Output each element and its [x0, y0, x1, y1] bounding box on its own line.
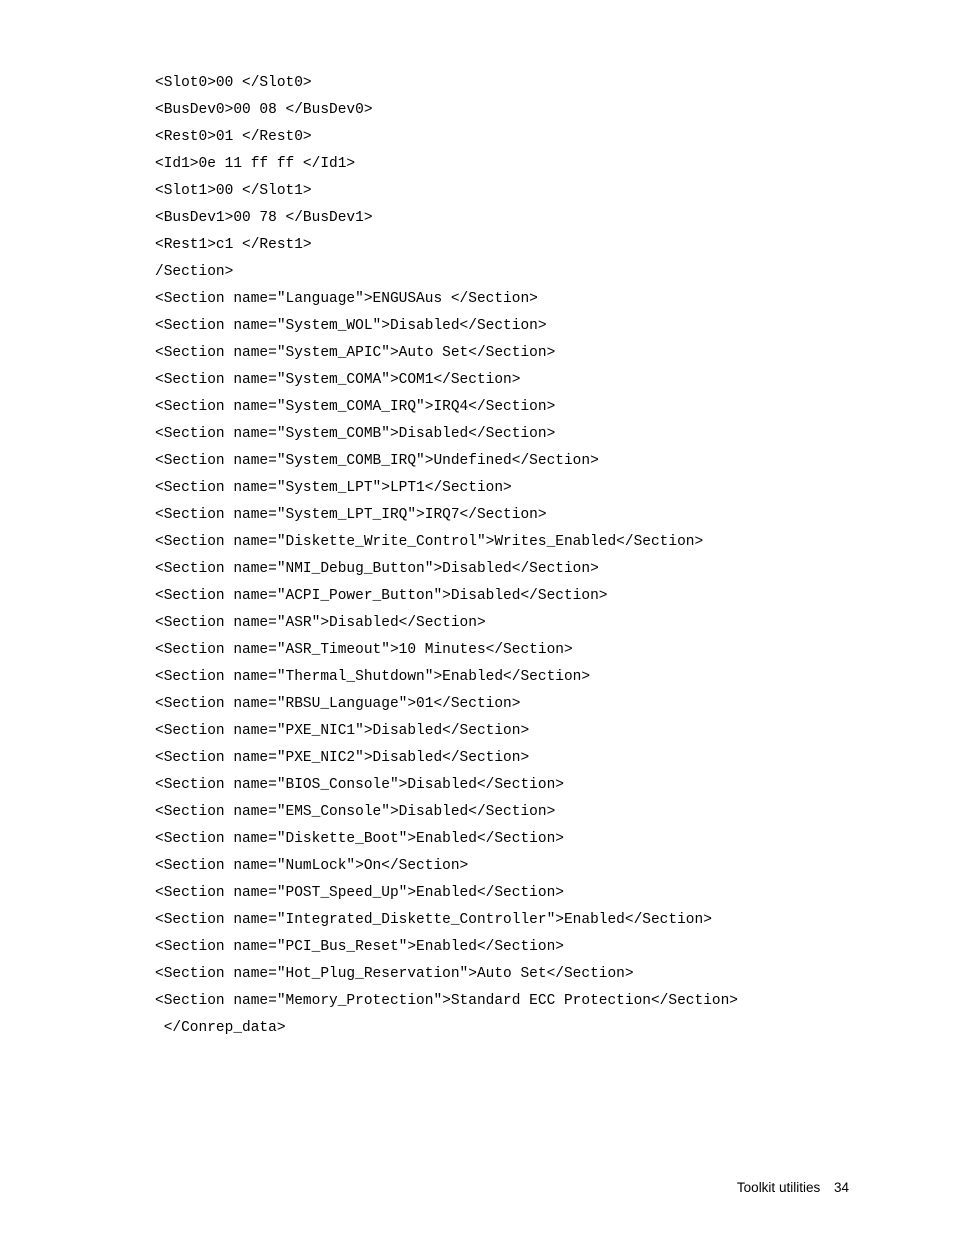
code-line: <Section name="ASR">Disabled</Section> — [155, 610, 954, 637]
code-line: </Conrep_data> — [155, 1015, 954, 1042]
code-line: /Section> — [155, 259, 954, 286]
footer-page-number: 34 — [834, 1180, 849, 1195]
code-line: <Section name="System_LPT_IRQ">IRQ7</Sec… — [155, 502, 954, 529]
page-footer: Toolkit utilities 34 — [737, 1180, 849, 1195]
code-line: <Section name="POST_Speed_Up">Enabled</S… — [155, 880, 954, 907]
code-line: <Section name="System_COMB">Disabled</Se… — [155, 421, 954, 448]
code-line: <Section name="NMI_Debug_Button">Disable… — [155, 556, 954, 583]
code-line: <Section name="System_APIC">Auto Set</Se… — [155, 340, 954, 367]
code-line: <Section name="System_WOL">Disabled</Sec… — [155, 313, 954, 340]
code-line: <Section name="EMS_Console">Disabled</Se… — [155, 799, 954, 826]
code-line: <Slot0>00 </Slot0> — [155, 70, 954, 97]
code-line: <Section name="Memory_Protection">Standa… — [155, 988, 954, 1015]
code-line: <Slot1>00 </Slot1> — [155, 178, 954, 205]
code-line: <Section name="Hot_Plug_Reservation">Aut… — [155, 961, 954, 988]
code-line: <Section name="NumLock">On</Section> — [155, 853, 954, 880]
code-line: <Section name="PXE_NIC1">Disabled</Secti… — [155, 718, 954, 745]
code-line: <Section name="Diskette_Write_Control">W… — [155, 529, 954, 556]
code-line: <Section name="Integrated_Diskette_Contr… — [155, 907, 954, 934]
footer-label: Toolkit utilities — [737, 1180, 820, 1195]
code-line: <Section name="PCI_Bus_Reset">Enabled</S… — [155, 934, 954, 961]
code-line: <Rest1>c1 </Rest1> — [155, 232, 954, 259]
code-line: <Section name="ASR_Timeout">10 Minutes</… — [155, 637, 954, 664]
code-line: <BusDev1>00 78 </BusDev1> — [155, 205, 954, 232]
code-line: <Section name="BIOS_Console">Disabled</S… — [155, 772, 954, 799]
code-block: <Slot0>00 </Slot0><BusDev0>00 08 </BusDe… — [155, 70, 954, 1042]
code-line: <Rest0>01 </Rest0> — [155, 124, 954, 151]
code-line: <BusDev0>00 08 </BusDev0> — [155, 97, 954, 124]
code-line: <Section name="Language">ENGUSAus </Sect… — [155, 286, 954, 313]
code-line: <Section name="System_COMA_IRQ">IRQ4</Se… — [155, 394, 954, 421]
code-line: <Section name="RBSU_Language">01</Sectio… — [155, 691, 954, 718]
code-line: <Section name="Diskette_Boot">Enabled</S… — [155, 826, 954, 853]
code-line: <Section name="Thermal_Shutdown">Enabled… — [155, 664, 954, 691]
code-line: <Section name="PXE_NIC2">Disabled</Secti… — [155, 745, 954, 772]
code-line: <Section name="System_COMA">COM1</Sectio… — [155, 367, 954, 394]
code-line: <Id1>0e 11 ff ff </Id1> — [155, 151, 954, 178]
code-line: <Section name="ACPI_Power_Button">Disabl… — [155, 583, 954, 610]
code-line: <Section name="System_COMB_IRQ">Undefine… — [155, 448, 954, 475]
code-line: <Section name="System_LPT">LPT1</Section… — [155, 475, 954, 502]
